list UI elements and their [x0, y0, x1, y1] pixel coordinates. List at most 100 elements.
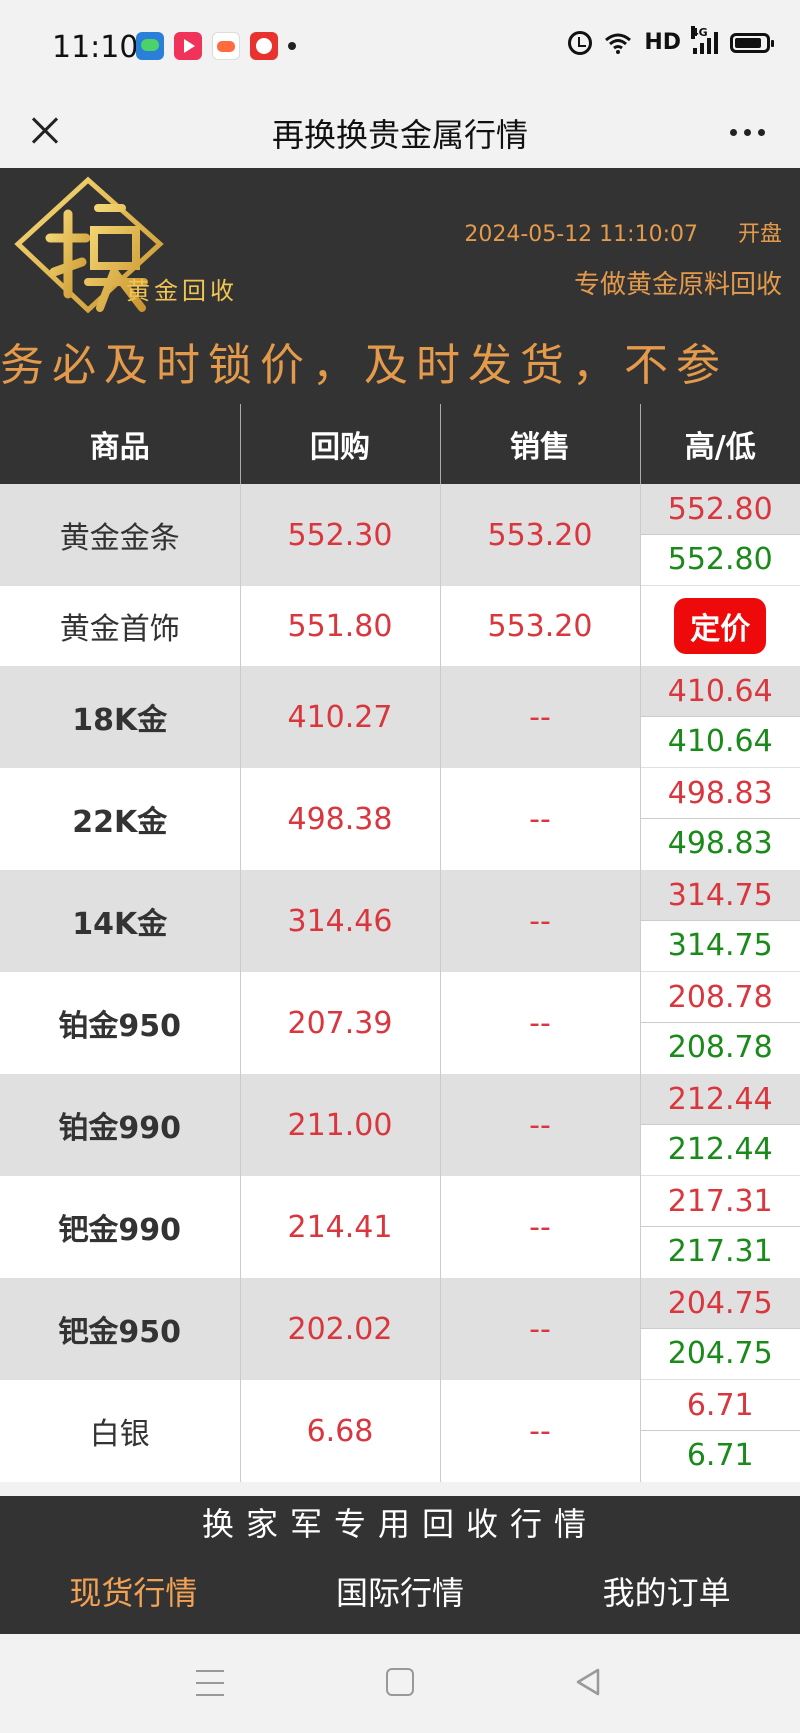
app-notification-icon [136, 32, 164, 60]
table-row[interactable]: 铂金950 207.39 -- 208.78 208.78 [0, 972, 800, 1074]
high-price: 498.83 [640, 769, 800, 819]
more-options-button[interactable] [722, 110, 772, 154]
bottom-tab-bar: 现货行情 国际行情 我的订单 [0, 1552, 800, 1634]
market-status: 开盘 [737, 222, 782, 247]
table-row[interactable]: 14K金 314.46 -- 314.75 314.75 [0, 870, 800, 972]
pricing-cell: 定价 [639, 586, 800, 666]
high-low-cell: 498.83 498.83 [639, 768, 800, 870]
header-sell: 销售 [439, 404, 640, 484]
low-price: 212.44 [640, 1125, 800, 1175]
product-name: 铂金990 [58, 1111, 182, 1146]
high-low-cell: 204.75 204.75 [639, 1278, 800, 1380]
buyback-price: 214.41 [239, 1176, 440, 1278]
high-price: 410.64 [640, 667, 800, 717]
buyback-price: 498.38 [239, 768, 440, 870]
low-price: 410.64 [640, 717, 800, 767]
tab-my-orders[interactable]: 我的订单 [533, 1552, 800, 1634]
low-price: 314.75 [640, 921, 800, 971]
header-tagline: 专做黄金原料回收 [573, 270, 782, 300]
high-price: 314.75 [640, 871, 800, 921]
shopping-app-icon [250, 32, 278, 60]
table-header-row: 商品 回购 销售 高/低 [0, 404, 800, 484]
buyback-price: 6.68 [239, 1380, 440, 1482]
logo-subtitle: 黄金回收 [126, 277, 238, 305]
high-price: 212.44 [640, 1075, 800, 1125]
table-row[interactable]: 铂金990 211.00 -- 212.44 212.44 [0, 1074, 800, 1176]
high-low-cell: 552.80 552.80 [639, 484, 800, 586]
buyback-price: 207.39 [239, 972, 440, 1074]
page-title: 再换换贵金属行情 [271, 116, 528, 154]
product-name: 14K金 [72, 907, 168, 942]
table-row[interactable]: 钯金950 202.02 -- 204.75 204.75 [0, 1278, 800, 1380]
product-name: 钯金950 [58, 1315, 182, 1350]
product-name: 黄金首饰 [59, 612, 180, 647]
product-name: 铂金950 [58, 1009, 182, 1044]
buyback-price: 314.46 [239, 870, 440, 972]
product-name: 钯金990 [58, 1213, 182, 1248]
recent-apps-icon[interactable] [196, 1670, 224, 1696]
more-notifications-dot-icon [288, 42, 296, 50]
status-bar: 11:10 HD 4G [0, 0, 800, 96]
header-product: 商品 [89, 430, 150, 465]
product-name: 22K金 [72, 805, 168, 840]
wifi-icon [605, 33, 632, 54]
header-high-low: 高/低 [639, 404, 800, 484]
high-low-cell: 410.64 410.64 [639, 666, 800, 768]
signal-icon: 4G [691, 25, 718, 54]
status-time: 11:10 [52, 30, 139, 65]
high-price: 6.71 [640, 1381, 800, 1431]
table-row[interactable]: 22K金 498.38 -- 498.83 498.83 [0, 768, 800, 870]
buyback-price: 551.80 [239, 586, 440, 666]
table-row[interactable]: 18K金 410.27 -- 410.64 410.64 [0, 666, 800, 768]
low-price: 6.71 [686, 1438, 754, 1473]
sell-price: -- [439, 972, 640, 1074]
low-price: 552.80 [640, 535, 800, 585]
table-row[interactable]: 钯金990 214.41 -- 217.31 217.31 [0, 1176, 800, 1278]
price-table: 商品 回购 销售 高/低 黄金金条 552.30 553.20 552.80 5… [0, 404, 800, 1482]
system-icons: HD 4G [568, 25, 774, 55]
title-bar: 再换换贵金属行情 [0, 96, 800, 168]
network-type: HD [644, 30, 681, 55]
buyback-price: 552.30 [239, 484, 440, 586]
back-icon[interactable] [572, 1666, 604, 1698]
datetime-value: 2024-05-12 11:10:07 [464, 222, 698, 247]
product-name: 白银 [89, 1417, 150, 1452]
high-low-cell: 217.31 217.31 [639, 1176, 800, 1278]
high-low-cell: 208.78 208.78 [639, 972, 800, 1074]
footer-caption: 换家军专用回收行情 [0, 1496, 800, 1552]
home-icon[interactable] [386, 1668, 414, 1696]
system-nav-bar [0, 1634, 800, 1733]
buyback-price: 410.27 [239, 666, 440, 768]
market-datetime: 2024-05-12 11:10:07 开盘 [464, 216, 782, 248]
table-row[interactable]: 黄金首饰 551.80 553.20 定价 [0, 586, 800, 666]
sell-price: -- [439, 1278, 640, 1380]
low-price: 204.75 [640, 1329, 800, 1379]
high-low-cell: 6.71 6.71 [639, 1380, 800, 1482]
low-price: 208.78 [667, 1030, 773, 1065]
sell-price: 553.20 [439, 586, 640, 666]
table-row[interactable]: 白银 6.68 -- 6.71 6.71 [0, 1380, 800, 1482]
sell-price: -- [439, 1176, 640, 1278]
game-app-icon [212, 32, 240, 60]
high-price: 217.31 [640, 1177, 800, 1227]
sell-price: -- [439, 1074, 640, 1176]
notification-icons [136, 32, 296, 60]
high-price: 204.75 [640, 1279, 800, 1329]
low-price: 217.31 [667, 1234, 773, 1269]
sell-price: -- [439, 768, 640, 870]
video-app-icon [174, 32, 202, 60]
notice-marquee: 务必及时锁价，及时发货，不参 [0, 340, 728, 391]
high-price: 552.80 [640, 485, 800, 535]
high-price: 208.78 [640, 973, 800, 1023]
sell-price: -- [439, 870, 640, 972]
high-low-cell: 212.44 212.44 [639, 1074, 800, 1176]
fix-price-button[interactable]: 定价 [674, 598, 767, 654]
tab-spot-market[interactable]: 现货行情 [0, 1552, 267, 1634]
buyback-price: 202.02 [239, 1278, 440, 1380]
table-row[interactable]: 黄金金条 552.30 553.20 552.80 552.80 [0, 484, 800, 586]
signal-tag: 4G [691, 25, 708, 39]
sell-price: 553.20 [439, 484, 640, 586]
tab-international-market[interactable]: 国际行情 [267, 1552, 534, 1634]
sell-price: -- [439, 666, 640, 768]
low-price: 498.83 [667, 826, 773, 861]
